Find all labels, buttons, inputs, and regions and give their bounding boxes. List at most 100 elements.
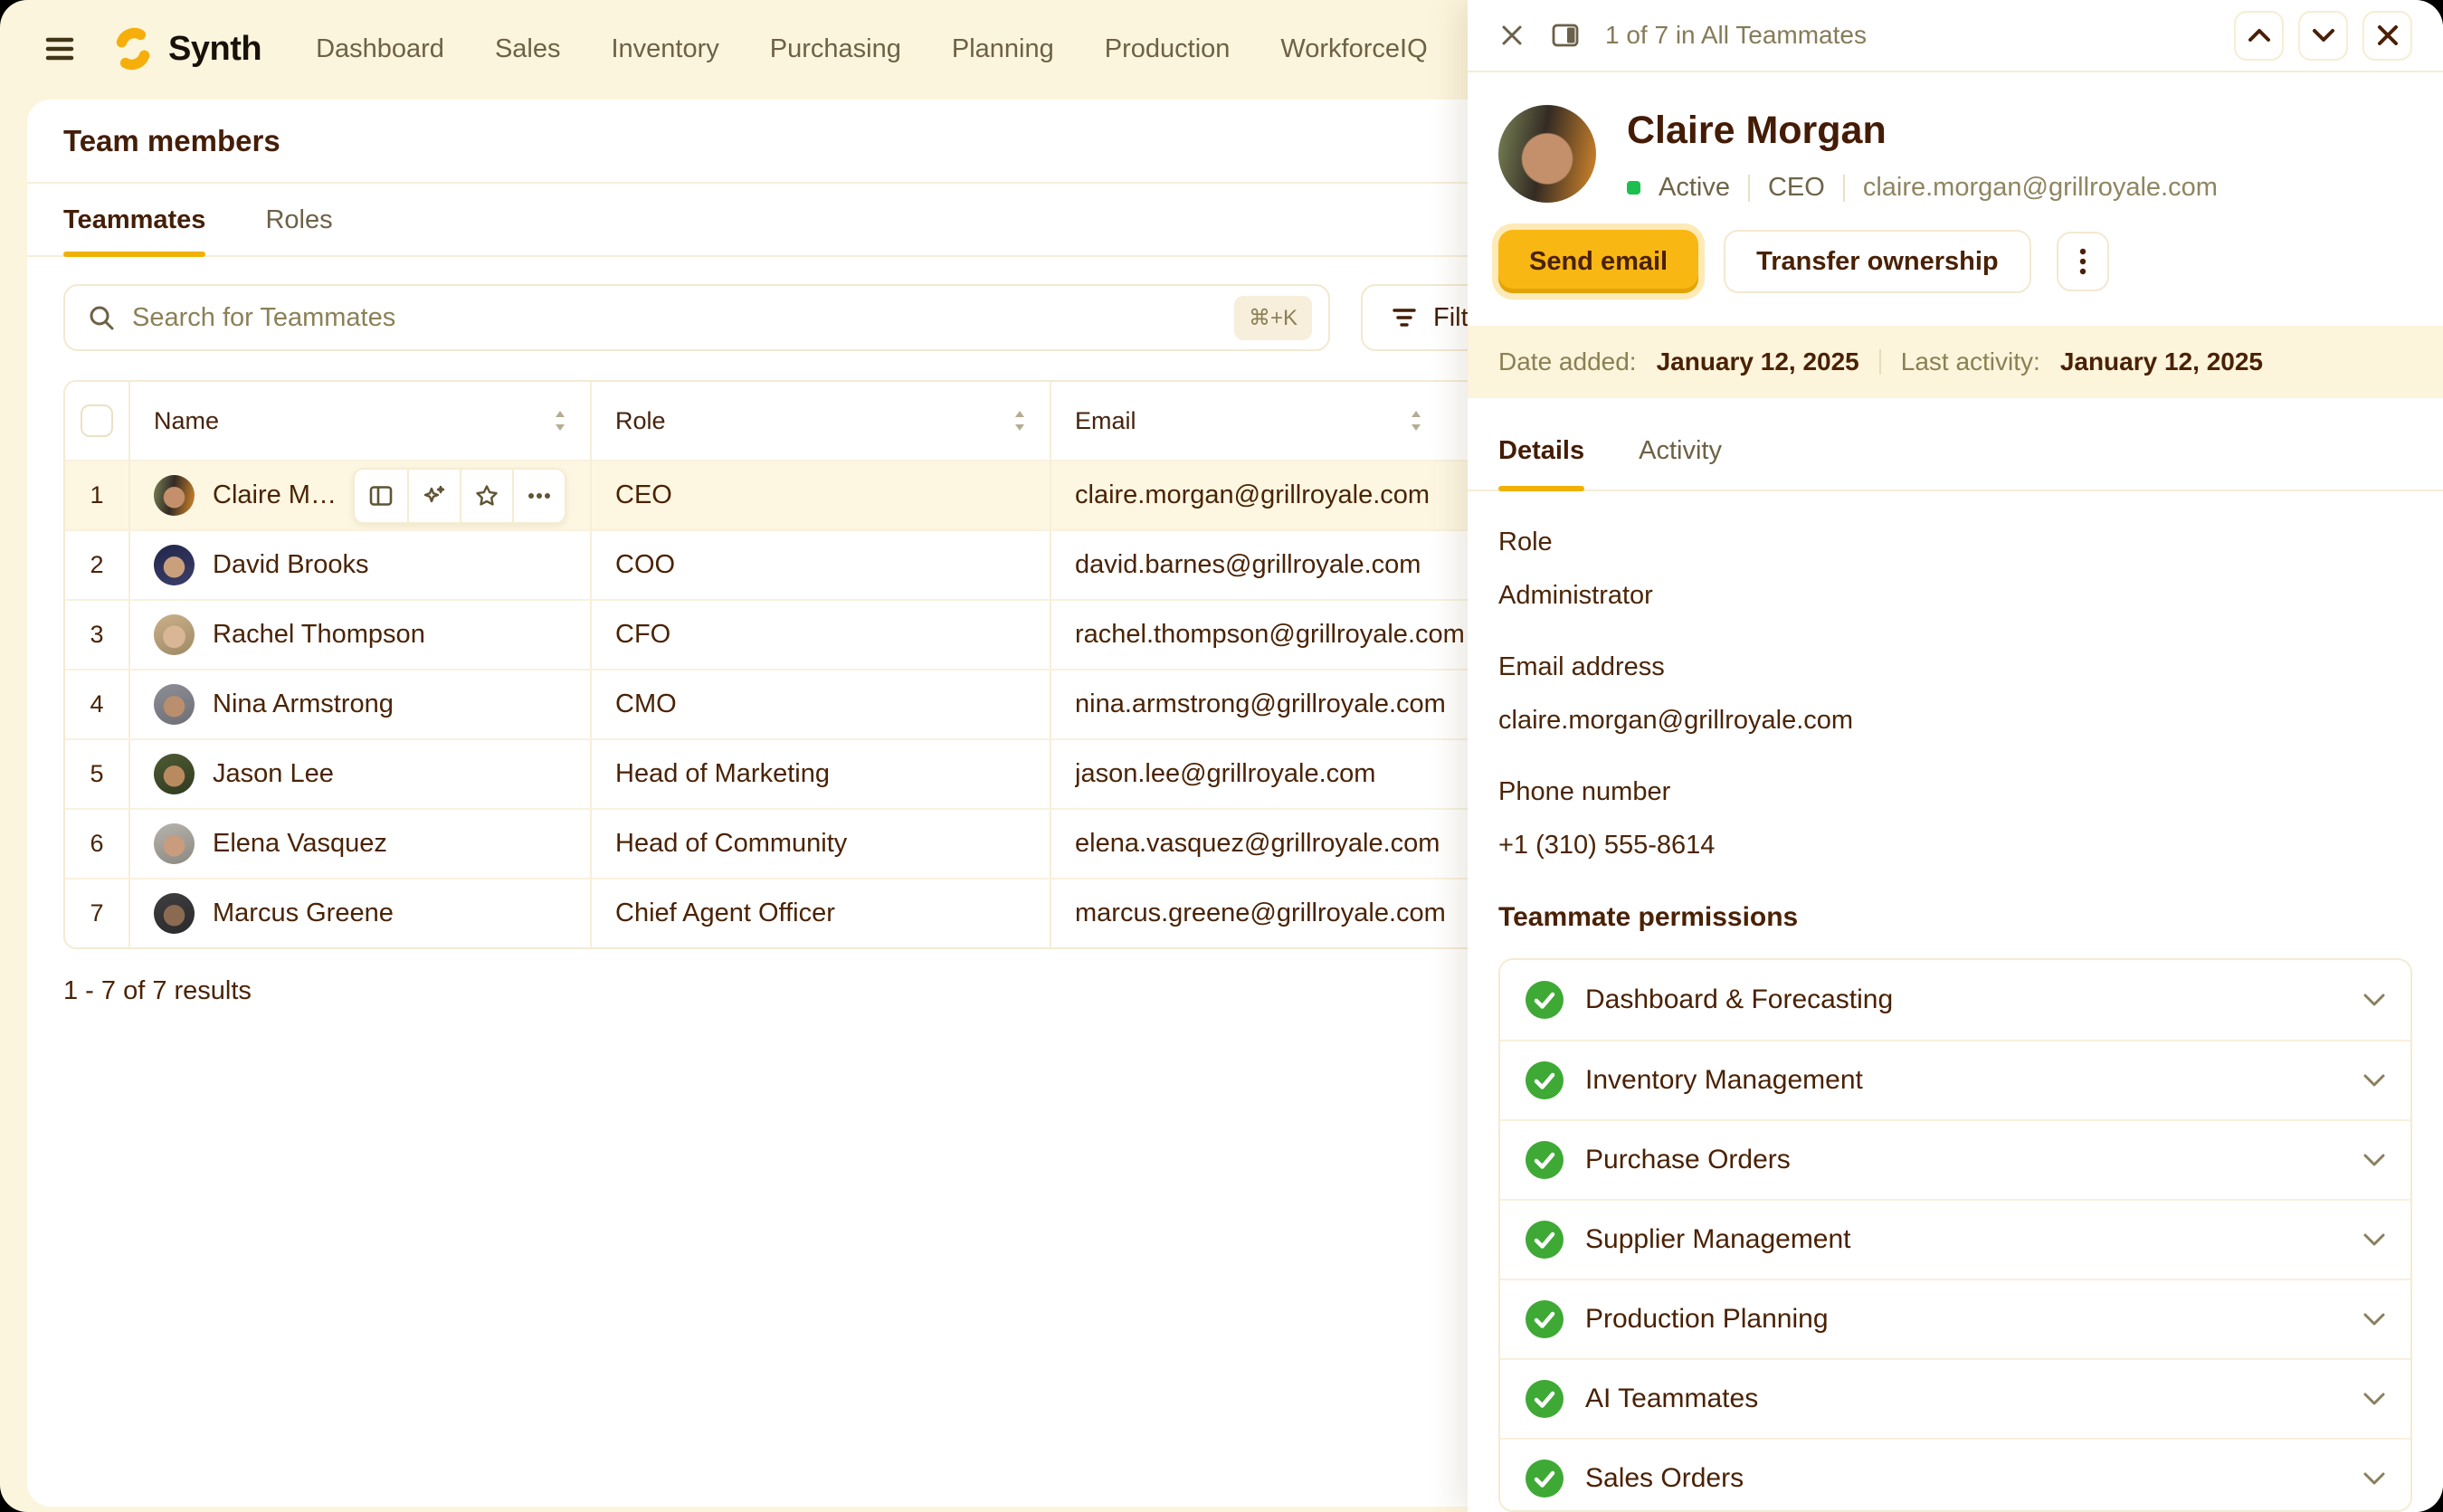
brand-logo[interactable]: Synth	[110, 26, 261, 71]
expand-panel-button[interactable]	[1551, 23, 1580, 48]
avatar	[154, 684, 195, 725]
permission-label: AI Teammates	[1585, 1384, 2342, 1414]
tab-roles[interactable]: Roles	[265, 184, 332, 255]
search-input[interactable]	[132, 303, 1234, 333]
name-cell: Marcus Greene	[130, 880, 592, 947]
search-icon	[87, 303, 116, 332]
favorite-star-button[interactable]	[460, 470, 512, 522]
hamburger-menu-button[interactable]	[40, 29, 80, 69]
column-header-name[interactable]: Name	[130, 382, 592, 460]
row-number: 4	[65, 670, 130, 738]
sort-icon[interactable]	[554, 408, 566, 433]
divider	[1879, 349, 1881, 375]
nav-item[interactable]: Purchasing	[770, 34, 901, 64]
profile-status-row: Active CEO claire.morgan@grillroyale.com	[1627, 173, 2218, 203]
permission-label: Sales Orders	[1585, 1463, 2342, 1494]
open-side-panel-button[interactable]	[355, 470, 407, 522]
row-actions	[353, 468, 566, 524]
tab-activity[interactable]: Activity	[1639, 409, 1722, 490]
teammate-name: David Brooks	[213, 550, 368, 580]
tab-teammates[interactable]: Teammates	[63, 184, 205, 255]
check-circle-icon	[1524, 1378, 1565, 1420]
row-number: 5	[65, 740, 130, 808]
ai-sparkles-button[interactable]	[407, 470, 460, 522]
avatar	[154, 475, 195, 516]
next-teammate-button[interactable]	[2298, 11, 2348, 61]
column-header-role[interactable]: Role	[592, 382, 1051, 460]
name-cell: Jason Lee	[130, 740, 592, 808]
brand-name: Synth	[168, 30, 261, 69]
chevron-down-icon	[2362, 1470, 2387, 1487]
permission-label: Inventory Management	[1585, 1065, 2342, 1096]
phone-number-value: +1 (310) 555-8614	[1498, 831, 2412, 861]
side-panel-icon	[368, 483, 394, 509]
nav-item[interactable]: Sales	[495, 34, 561, 64]
email-address-value: claire.morgan@grillroyale.com	[1498, 706, 2412, 736]
sort-icon[interactable]	[1013, 408, 1026, 433]
chevron-down-icon	[2362, 1072, 2387, 1089]
row-number: 3	[65, 601, 130, 669]
role-value: Administrator	[1498, 581, 2412, 611]
role-cell: CEO	[592, 461, 1051, 529]
avatar	[154, 754, 195, 794]
email-address-label: Email address	[1498, 652, 2412, 682]
permission-label: Dashboard & Forecasting	[1585, 984, 2342, 1015]
role-label: Role	[1498, 528, 2412, 557]
teammate-detail-panel: 1 of 7 in All Teammates Claire Morgan	[1468, 0, 2443, 1512]
permission-row[interactable]: Sales Orders	[1500, 1438, 2410, 1512]
role-cell: CFO	[592, 601, 1051, 669]
check-circle-icon	[1524, 1139, 1565, 1181]
permission-row[interactable]: Production Planning	[1500, 1279, 2410, 1358]
teammate-name: Marcus Greene	[213, 899, 394, 928]
close-icon	[1498, 22, 1526, 49]
teammate-name: Jason Lee	[213, 759, 334, 789]
last-activity-label: Last activity:	[1901, 347, 2040, 376]
check-circle-icon	[1524, 1219, 1565, 1260]
nav-item[interactable]: WorkforceIQ	[1280, 34, 1427, 64]
header-checkbox-cell	[65, 382, 130, 460]
chevron-down-icon	[2362, 1152, 2387, 1168]
name-cell: Nina Armstrong	[130, 670, 592, 738]
role-cell: Head of Marketing	[592, 740, 1051, 808]
avatar	[154, 545, 195, 585]
check-circle-icon	[1524, 1458, 1565, 1499]
more-options-button[interactable]	[512, 470, 565, 522]
permissions-title: Teammate permissions	[1498, 902, 2412, 933]
previous-teammate-button[interactable]	[2234, 11, 2284, 61]
name-cell: David Brooks	[130, 531, 592, 599]
search-box[interactable]: ⌘+K	[63, 284, 1330, 351]
tab-details[interactable]: Details	[1498, 409, 1584, 490]
close-detail-button[interactable]	[2362, 11, 2412, 61]
phone-number-label: Phone number	[1498, 777, 2412, 807]
close-icon	[2376, 24, 2400, 47]
nav-items: Dashboard Sales Inventory Purchasing Plannin…	[316, 34, 1545, 64]
details-section: Role Administrator Email address claire.…	[1468, 491, 2443, 933]
send-email-button[interactable]: Send email	[1498, 230, 1698, 293]
panel-right-icon	[1551, 23, 1580, 48]
keyboard-shortcut-badge: ⌘+K	[1234, 296, 1312, 340]
nav-item[interactable]: Dashboard	[316, 34, 444, 64]
permission-row[interactable]: Inventory Management	[1500, 1040, 2410, 1119]
chevron-down-icon	[2362, 992, 2387, 1008]
transfer-ownership-button[interactable]: Transfer ownership	[1724, 230, 2031, 293]
more-actions-button[interactable]	[2057, 232, 2109, 291]
nav-item[interactable]: Inventory	[611, 34, 718, 64]
permission-row[interactable]: Purchase Orders	[1500, 1119, 2410, 1199]
profile-avatar	[1498, 105, 1596, 203]
nav-item[interactable]: Production	[1105, 34, 1231, 64]
check-circle-icon	[1524, 1060, 1565, 1101]
teammate-name: Nina Armstrong	[213, 689, 394, 719]
nav-item[interactable]: Planning	[952, 34, 1054, 64]
sparkles-icon	[422, 483, 447, 509]
permission-row[interactable]: Dashboard & Forecasting	[1500, 960, 2410, 1040]
app-window: Synth Dashboard Sales Inventory Purchasing P…	[0, 0, 2443, 1512]
close-panel-button[interactable]	[1498, 22, 1526, 49]
sort-icon[interactable]	[1410, 408, 1422, 433]
permission-row[interactable]: AI Teammates	[1500, 1358, 2410, 1438]
permission-row[interactable]: Supplier Management	[1500, 1199, 2410, 1279]
permission-label: Production Planning	[1585, 1304, 2342, 1335]
row-number: 7	[65, 880, 130, 947]
divider	[1748, 175, 1750, 202]
select-all-checkbox[interactable]	[81, 404, 113, 437]
date-added-label: Date added:	[1498, 347, 1637, 376]
